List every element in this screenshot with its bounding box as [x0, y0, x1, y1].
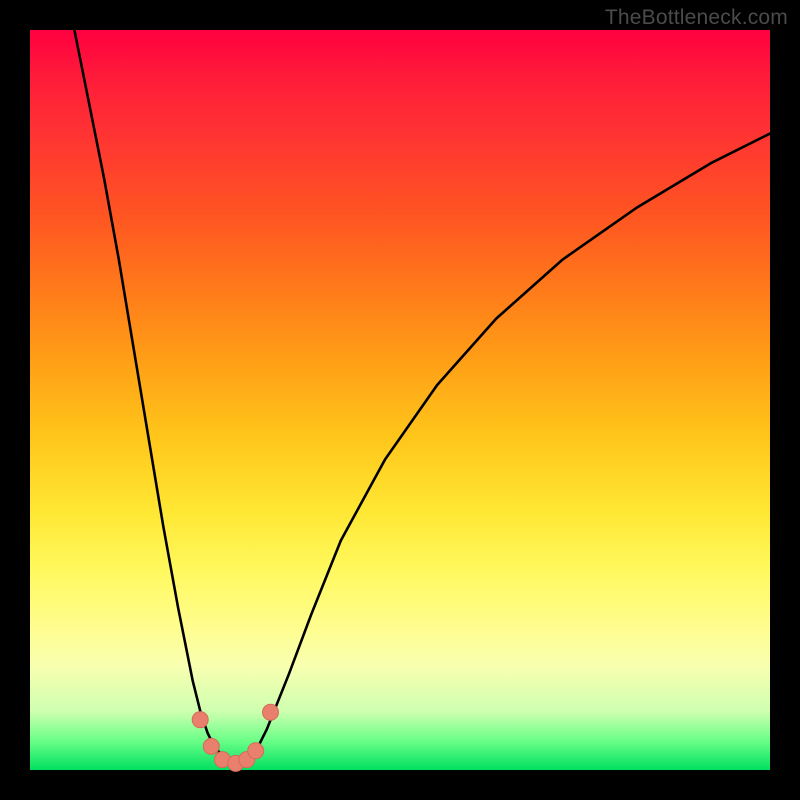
valley-marker — [192, 712, 208, 728]
valley-marker — [203, 738, 219, 754]
valley-marker — [263, 704, 279, 720]
chart-svg — [30, 30, 770, 770]
outer-frame: TheBottleneck.com — [0, 0, 800, 800]
valley-marker — [248, 743, 264, 759]
watermark-text: TheBottleneck.com — [605, 6, 788, 30]
curve-group — [74, 30, 770, 764]
curve-left-branch — [74, 30, 237, 764]
plot-area — [30, 30, 770, 770]
marker-group — [192, 704, 278, 771]
curve-right-branch — [237, 134, 770, 764]
